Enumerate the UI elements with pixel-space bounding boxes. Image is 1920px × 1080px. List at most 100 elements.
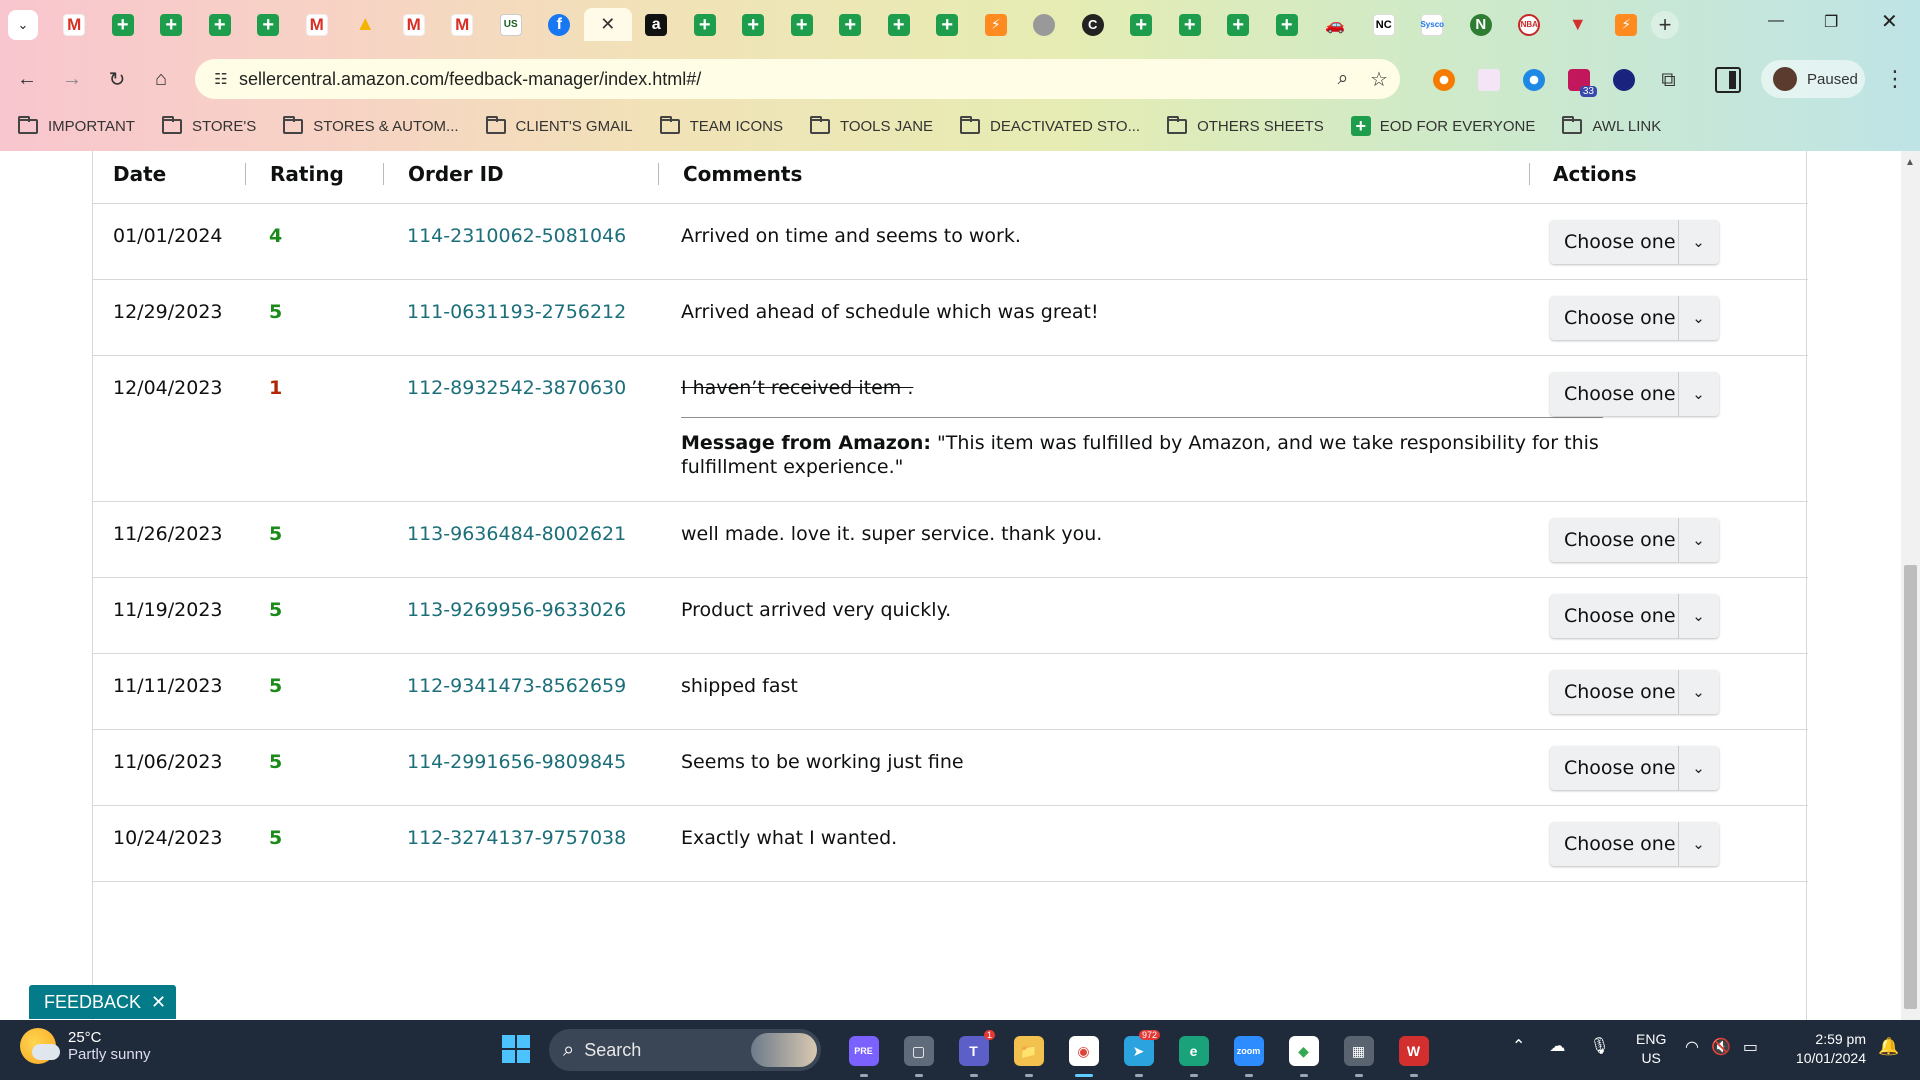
language-indicator[interactable]: ENG US [1636,1030,1666,1068]
page-scrollbar[interactable]: ▲ [1901,151,1920,1020]
side-panel-icon[interactable] [1715,67,1741,93]
order-id-link[interactable]: 113-9269956-9633026 [407,599,626,621]
bookmark-item[interactable]: IMPORTANT [18,115,135,135]
action-dropdown-label[interactable]: Choose one [1550,822,1679,866]
weather-widget[interactable]: 25°C Partly sunny [20,1028,151,1064]
chevron-down-icon[interactable]: ⌄ [1679,233,1718,251]
taskbar-app[interactable]: e [1166,1030,1221,1077]
bookmark-item[interactable]: + EOD FOR EVERYONE [1350,116,1535,136]
browser-tab[interactable]: C [1069,8,1118,41]
browser-menu-icon[interactable]: ⋮ [1884,66,1906,92]
bookmark-item[interactable]: DEACTIVATED STO... [960,115,1140,135]
extensions-puzzle-icon[interactable]: ⧉ [1646,65,1691,95]
extension-blue-icon[interactable] [1511,65,1556,95]
taskbar-app[interactable]: ▦ [1331,1030,1386,1077]
tab-search-button[interactable]: ⌄ [8,10,38,40]
clock[interactable]: 2:59 pm 10/01/2024 [1786,1030,1866,1068]
browser-tab[interactable]: M [438,8,487,41]
chevron-down-icon[interactable]: ⌄ [1679,683,1718,701]
action-dropdown[interactable]: Choose one ⌄ [1550,372,1719,416]
action-dropdown[interactable]: Choose one ⌄ [1550,670,1719,714]
action-dropdown[interactable]: Choose one ⌄ [1550,220,1719,264]
back-button[interactable]: ← [12,64,42,94]
browser-tab[interactable]: ▼ [1554,8,1603,41]
action-dropdown-label[interactable]: Choose one [1550,220,1679,264]
extension-folder-icon[interactable]: 33 [1556,65,1601,97]
action-dropdown[interactable]: Choose one ⌄ [1550,518,1719,562]
bookmark-star-icon[interactable]: ☆ [1358,67,1400,92]
taskbar-app[interactable]: zoom [1221,1030,1276,1077]
chevron-down-icon[interactable]: ⌄ [1679,309,1718,327]
taskbar-app[interactable]: ◉ [1056,1030,1111,1077]
action-dropdown-label[interactable]: Choose one [1550,746,1679,790]
browser-tab[interactable]: 🚗 [1311,8,1360,41]
action-dropdown-label[interactable]: Choose one [1550,296,1679,340]
minimize-button[interactable]: — [1768,12,1784,30]
taskbar-app[interactable]: T1 [946,1030,1001,1077]
action-dropdown[interactable]: Choose one ⌄ [1550,746,1719,790]
taskbar-app[interactable]: ➤ 972 [1111,1030,1166,1077]
browser-tab[interactable]: + [196,8,245,41]
action-dropdown-label[interactable]: Choose one [1550,372,1679,416]
browser-tab[interactable]: M [293,8,342,41]
action-dropdown-label[interactable]: Choose one [1550,670,1679,714]
bookmark-item[interactable]: STORE'S [161,115,256,135]
home-button[interactable]: ⌂ [146,64,176,94]
feedback-tab[interactable]: FEEDBACK ✕ [29,985,176,1019]
start-button[interactable] [502,1035,530,1063]
browser-tab[interactable]: + [1214,8,1263,41]
action-dropdown-label[interactable]: Choose one [1550,594,1679,638]
bookmark-item[interactable]: TOOLS JANE [809,115,933,135]
chevron-down-icon[interactable]: ⌄ [1679,385,1718,403]
order-id-link[interactable]: 112-8932542-3870630 [407,377,626,399]
browser-tab[interactable]: NBA [1505,8,1554,41]
browser-tab[interactable]: N [1457,8,1506,41]
header-date[interactable]: Date [113,162,166,186]
browser-tab[interactable]: Sysco [1408,8,1457,41]
bookmark-item[interactable]: TEAM ICONS [659,115,783,135]
browser-tab[interactable]: + [681,8,730,41]
chevron-down-icon[interactable]: ⌄ [1679,759,1718,777]
feedback-close-icon[interactable]: ✕ [151,992,166,1013]
chevron-up-icon[interactable]: ⌃ [1512,1036,1525,1056]
onedrive-cloud-icon[interactable]: ☁ [1549,1036,1565,1056]
chevron-down-icon[interactable]: ⌄ [1679,531,1718,549]
extension-grid-icon[interactable] [1601,65,1646,95]
browser-tab[interactable]: + [99,8,148,41]
taskbar-app[interactable]: PRE [836,1030,891,1077]
browser-tab[interactable]: + [875,8,924,41]
browser-tab[interactable]: + [1263,8,1312,41]
bookmark-item[interactable]: CLIENT'S GMAIL [485,115,633,135]
action-dropdown[interactable]: Choose one ⌄ [1550,822,1719,866]
browser-tab[interactable] [1020,8,1069,41]
restore-button[interactable]: ❐ [1824,12,1838,32]
action-dropdown[interactable]: Choose one ⌄ [1550,296,1719,340]
order-id-link[interactable]: 113-9636484-8002621 [407,523,626,545]
notification-bell-icon[interactable]: 🔔 [1878,1037,1899,1057]
new-tab-button[interactable]: + [1651,11,1679,39]
microphone-icon[interactable]: 🎙 [1589,1036,1609,1056]
extension-tag-icon[interactable] [1466,65,1511,95]
browser-tab[interactable]: NC [1360,8,1409,41]
profile-button[interactable]: Paused [1761,60,1865,98]
taskbar-app[interactable]: 📁 [1001,1030,1056,1077]
order-id-link[interactable]: 112-9341473-8562659 [407,675,626,697]
browser-tab[interactable]: f [535,8,584,41]
action-dropdown-label[interactable]: Choose one [1550,518,1679,562]
browser-tab[interactable]: + [147,8,196,41]
tab-active-close[interactable]: ✕ [583,8,632,41]
site-info-icon[interactable]: ☷ [203,70,239,88]
order-id-link[interactable]: 112-3274137-9757038 [407,827,626,849]
bookmark-item[interactable]: OTHERS SHEETS [1167,115,1324,135]
browser-tab[interactable]: ▲ [341,8,390,41]
zoom-icon[interactable]: ⌕ [1328,68,1358,90]
address-bar[interactable]: ☷ sellercentral.amazon.com/feedback-mana… [195,59,1400,99]
order-id-link[interactable]: 114-2310062-5081046 [407,225,626,247]
extension-orange-icon[interactable] [1421,65,1466,95]
browser-tab[interactable]: + [923,8,972,41]
browser-tab[interactable]: + [729,8,778,41]
reload-button[interactable]: ↻ [102,64,132,94]
taskbar-app[interactable]: ◆ [1276,1030,1331,1077]
header-order-id[interactable]: Order ID [408,162,504,186]
browser-tab[interactable]: a [632,8,681,41]
